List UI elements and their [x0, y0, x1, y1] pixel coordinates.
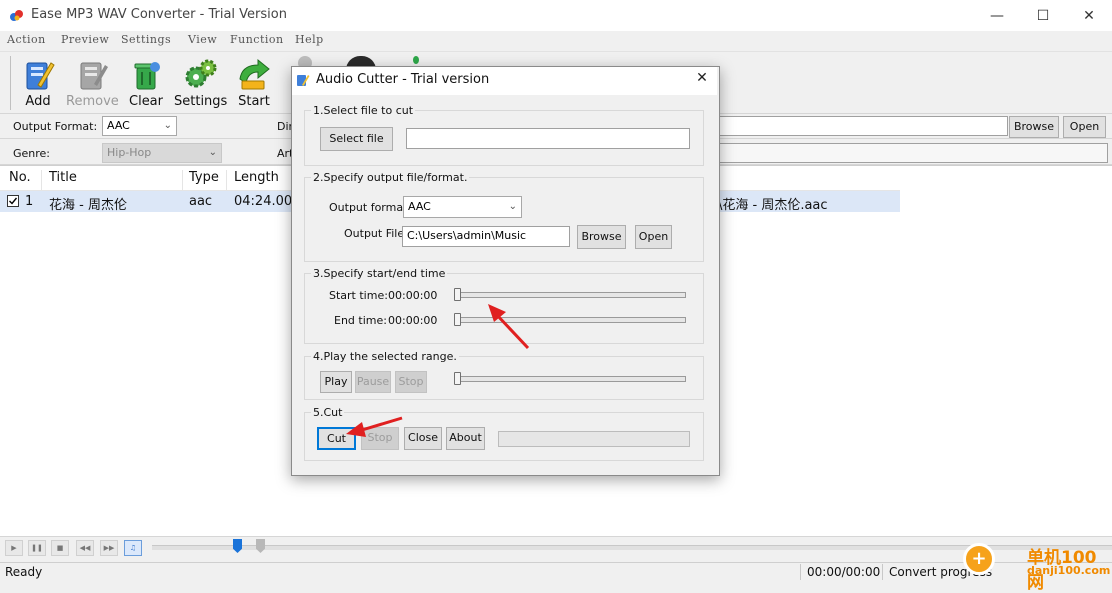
- about-button[interactable]: About: [446, 427, 485, 450]
- genre-value: Hip-Hop: [107, 146, 152, 159]
- row-output-path: \花海 - 周杰伦.aac: [718, 198, 828, 213]
- column-title[interactable]: Title: [49, 170, 183, 190]
- cut-progress-bar: [498, 431, 690, 447]
- time-readout: 00:00/00:00: [807, 565, 881, 579]
- menu-preview[interactable]: Preview: [61, 33, 109, 46]
- output-file-field[interactable]: C:\Users\admin\Music: [402, 226, 570, 247]
- cutter-format-value: AAC: [408, 200, 431, 213]
- output-format-select[interactable]: AAC ⌄: [102, 116, 177, 136]
- toolbar-grip: [10, 56, 11, 110]
- trash-bin-icon: [134, 62, 160, 90]
- output-format-label: Output Format:: [13, 120, 98, 133]
- play-icon[interactable]: ▶: [5, 540, 23, 556]
- output-format-label: Output format:: [329, 201, 412, 214]
- start-button[interactable]: Start: [228, 55, 280, 111]
- next-icon[interactable]: ▶▶: [100, 540, 118, 556]
- annotation-arrow-icon: [346, 416, 403, 437]
- volume-icon[interactable]: ♫: [124, 540, 142, 556]
- play-button[interactable]: Play: [320, 371, 352, 393]
- menu-settings[interactable]: Settings: [121, 33, 171, 46]
- playback-slider[interactable]: [457, 376, 686, 382]
- settings-button[interactable]: Settings: [174, 55, 228, 111]
- pause-icon[interactable]: ❚❚: [28, 540, 46, 556]
- stop-button[interactable]: Stop: [395, 371, 427, 393]
- pause-button[interactable]: Pause: [355, 371, 391, 393]
- add-button[interactable]: Add: [12, 55, 64, 111]
- row-type: aac: [189, 194, 213, 209]
- end-time-slider-thumb[interactable]: [454, 313, 461, 326]
- status-divider: [800, 564, 801, 580]
- output-group: [304, 177, 704, 262]
- status-divider: [882, 564, 883, 580]
- end-time-label: End time:: [334, 314, 387, 327]
- maximize-icon: ☐: [1036, 7, 1050, 24]
- section-4-title: 4.Play the selected range.: [311, 350, 459, 363]
- section-2-title: 2.Specify output file/format.: [311, 171, 470, 184]
- window-title: Ease MP3 WAV Converter - Trial Version: [31, 7, 287, 22]
- output-open-button[interactable]: Open: [635, 225, 672, 249]
- remove-label: Remove: [66, 94, 119, 109]
- genre-label: Genre:: [13, 147, 51, 160]
- maximize-button[interactable]: ☐: [1020, 0, 1066, 31]
- chevron-down-icon: ⌄: [208, 147, 217, 158]
- cutter-app-icon: [296, 73, 310, 90]
- chevron-down-icon: ⌄: [508, 201, 517, 212]
- output-directory-field[interactable]: [718, 116, 1008, 136]
- menu-help[interactable]: Help: [295, 33, 324, 46]
- start-label: Start: [238, 94, 270, 109]
- clear-button[interactable]: Clear: [120, 55, 172, 111]
- gear-icon: [185, 59, 217, 88]
- output-browse-button[interactable]: Browse: [577, 225, 626, 249]
- output-file-label: Output File:: [344, 227, 408, 240]
- close-button[interactable]: ✕: [1066, 0, 1112, 31]
- app-logo-icon: [9, 8, 24, 23]
- playback-slider-thumb[interactable]: [454, 372, 461, 385]
- status-led-icon: [413, 56, 419, 64]
- settings-label: Settings: [174, 94, 228, 109]
- start-arrow-icon: [239, 58, 270, 90]
- dialog-title: Audio Cutter - Trial version: [316, 72, 490, 87]
- watermark-logo-icon: +: [963, 543, 995, 575]
- artist-field[interactable]: [718, 143, 1108, 163]
- select-file-button[interactable]: Select file: [320, 127, 393, 151]
- dialog-close-icon[interactable]: ✕: [690, 70, 714, 90]
- start-time-label: Start time:: [329, 289, 388, 302]
- row-length: 04:24.00: [234, 194, 293, 209]
- output-format-value: AAC: [107, 119, 130, 132]
- stop-icon[interactable]: ■: [51, 540, 69, 556]
- column-length[interactable]: Length: [234, 170, 294, 190]
- start-time-value: 00:00:00: [388, 289, 438, 302]
- menu-action[interactable]: Action: [7, 33, 46, 46]
- status-text: Ready: [5, 565, 43, 579]
- row-checkbox[interactable]: [7, 195, 19, 207]
- start-time-slider-thumb[interactable]: [454, 288, 461, 301]
- column-no[interactable]: No.: [9, 170, 42, 190]
- section-3-title: 3.Specify start/end time: [311, 267, 448, 280]
- remove-file-icon: [80, 62, 108, 90]
- section-1-title: 1.Select file to cut: [311, 104, 416, 117]
- source-file-field[interactable]: [406, 128, 690, 149]
- genre-select[interactable]: Hip-Hop ⌄: [102, 143, 222, 163]
- cutter-format-select[interactable]: AAC ⌄: [403, 196, 522, 218]
- add-file-icon: [26, 62, 55, 90]
- minimize-icon: —: [990, 7, 1004, 24]
- watermark-url: danji100.com: [1027, 564, 1111, 577]
- end-time-value: 00:00:00: [388, 314, 438, 327]
- column-type[interactable]: Type: [189, 170, 227, 190]
- checkmark-icon: [9, 197, 18, 205]
- remove-button[interactable]: Remove: [66, 55, 119, 111]
- row-title: 花海 - 周杰伦: [49, 198, 127, 213]
- close-icon: ✕: [1083, 7, 1095, 24]
- clear-label: Clear: [129, 94, 163, 109]
- menu-view[interactable]: View: [188, 33, 217, 46]
- minimize-button[interactable]: —: [974, 0, 1020, 31]
- previous-icon[interactable]: ◀◀: [76, 540, 94, 556]
- browse-directory-button[interactable]: Browse: [1009, 116, 1059, 138]
- annotation-arrow-icon: [488, 304, 530, 350]
- add-label: Add: [25, 94, 51, 109]
- menu-function[interactable]: Function: [230, 33, 284, 46]
- row-number: 1: [25, 194, 34, 209]
- open-directory-button[interactable]: Open: [1063, 116, 1106, 138]
- chevron-down-icon: ⌄: [163, 120, 172, 131]
